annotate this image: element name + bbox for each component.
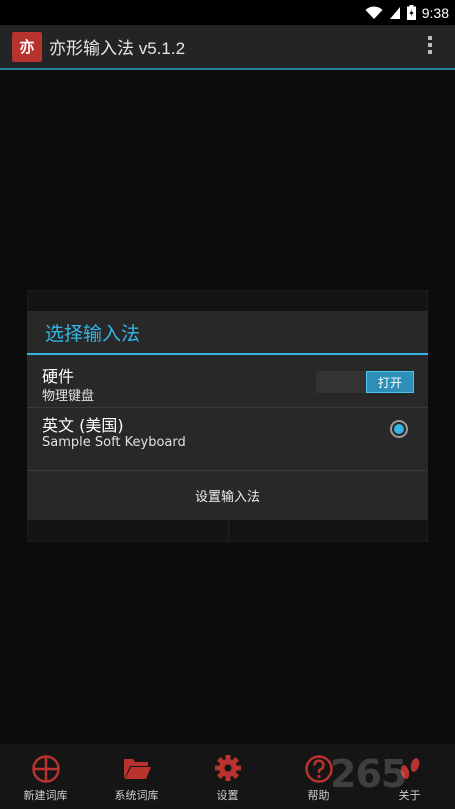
status-bar: 9:38 <box>0 0 455 25</box>
nav-settings[interactable]: 设置 <box>182 744 273 809</box>
folder-icon <box>123 759 151 779</box>
english-title: 英文 (美国) <box>42 416 124 435</box>
radio-selected-dot <box>394 424 404 434</box>
status-time: 9:38 <box>421 4 449 21</box>
wifi-icon <box>365 5 383 19</box>
english-subtitle: Sample Soft Keyboard <box>42 435 186 450</box>
app-title: 亦形输入法 v5.1.2 <box>49 39 186 58</box>
gear-icon <box>214 755 241 781</box>
battery-icon <box>406 5 416 20</box>
help-icon <box>304 755 333 783</box>
plus-circle-icon <box>31 755 60 783</box>
hardware-toggle[interactable]: 打开 <box>316 371 414 393</box>
nav-settings-label: 设置 <box>216 789 239 802</box>
watermark-logo: 265 <box>330 752 407 796</box>
toggle-off-area <box>316 371 366 393</box>
setup-input-method-button[interactable]: 设置输入法 <box>27 471 428 520</box>
nav-new-dictionary-label: 新建词库 <box>23 789 68 802</box>
nav-new-dictionary[interactable]: 新建词库 <box>0 744 91 809</box>
toggle-on-label: 打开 <box>366 371 414 393</box>
hardware-title: 硬件 <box>42 367 75 386</box>
dialog-title: 选择输入法 <box>45 323 141 345</box>
english-keyboard-row[interactable]: 英文 (美国) Sample Soft Keyboard <box>27 408 428 470</box>
app-icon[interactable]: 亦 <box>12 31 42 62</box>
hardware-subtitle: 物理键盘 <box>42 389 95 404</box>
input-method-dialog: 选择输入法 硬件 物理键盘 打开 英文 (美国) Sample Soft Key… <box>27 311 428 520</box>
english-radio-button[interactable] <box>390 420 408 438</box>
nav-system-dictionary-label: 系统词库 <box>114 789 159 802</box>
hardware-keyboard-row[interactable]: 硬件 物理键盘 打开 <box>27 355 428 407</box>
signal-icon <box>389 6 400 19</box>
overflow-menu-icon[interactable] <box>427 36 433 56</box>
nav-system-dictionary[interactable]: 系统词库 <box>91 744 182 809</box>
action-bar: 亦 亦形输入法 v5.1.2 <box>0 25 455 68</box>
